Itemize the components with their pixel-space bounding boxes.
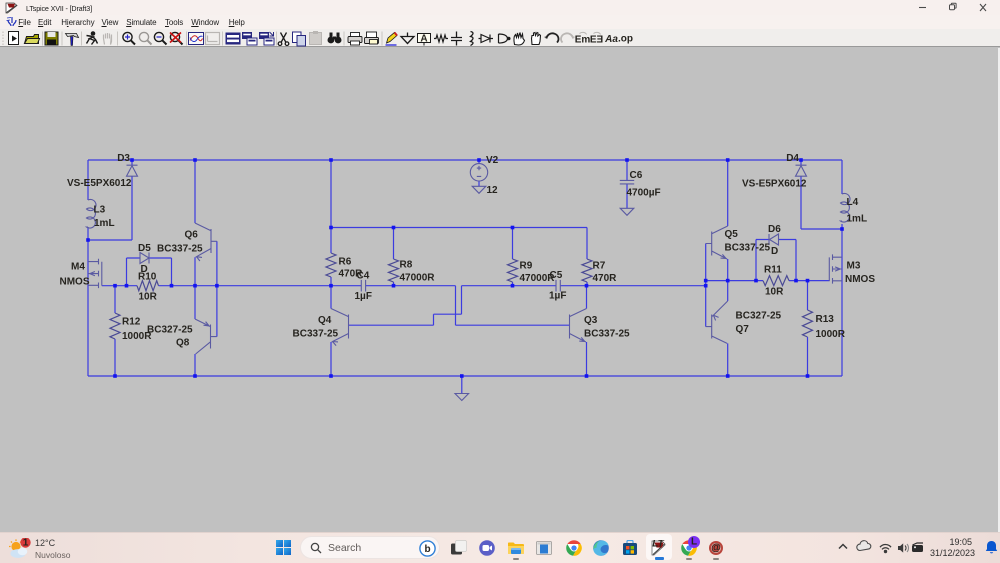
svg-text:R10: R10	[138, 271, 157, 282]
svg-text:Q8: Q8	[176, 337, 190, 348]
svg-text:BC327-25: BC327-25	[147, 324, 193, 335]
svg-text:BC337-25: BC337-25	[157, 243, 203, 254]
svg-text:D4: D4	[786, 153, 799, 164]
svg-text:R6: R6	[339, 256, 352, 267]
svg-text:NMOS: NMOS	[60, 276, 90, 287]
svg-text:1: 1	[23, 538, 29, 548]
svg-text:10R: 10R	[139, 291, 158, 302]
svg-text:4700µF: 4700µF	[627, 188, 661, 199]
svg-text:Q5: Q5	[725, 229, 739, 240]
svg-text:470R: 470R	[339, 269, 364, 280]
svg-text:BC337-25: BC337-25	[584, 328, 630, 339]
svg-text:1µF: 1µF	[355, 291, 372, 302]
svg-text:Q4: Q4	[318, 315, 332, 326]
svg-text:R12: R12	[122, 316, 141, 327]
svg-text:R9: R9	[520, 260, 533, 271]
svg-text:.op: .op	[618, 34, 633, 45]
svg-text:R11: R11	[764, 264, 782, 275]
svg-text:D6: D6	[768, 224, 781, 235]
svg-text:EƎ: EƎ	[590, 35, 603, 46]
svg-text:VS-E5PX6012: VS-E5PX6012	[742, 178, 807, 189]
svg-text:NMOS: NMOS	[845, 274, 875, 285]
svg-text:12: 12	[487, 185, 499, 196]
svg-text:L: L	[691, 537, 697, 548]
svg-text:L4: L4	[847, 197, 859, 208]
svg-text:@: @	[711, 543, 721, 554]
svg-text:b: b	[424, 544, 430, 555]
svg-text:1µF: 1µF	[549, 290, 566, 301]
svg-text:1mL: 1mL	[94, 218, 115, 229]
svg-text:BC337-25: BC337-25	[725, 243, 771, 254]
svg-text:L3: L3	[94, 204, 106, 215]
svg-text:M3: M3	[847, 260, 861, 271]
svg-text:Q3: Q3	[584, 315, 598, 326]
svg-text:R13: R13	[816, 314, 835, 325]
svg-text:D5: D5	[138, 243, 151, 254]
svg-text:R7: R7	[593, 260, 606, 271]
svg-text:BC327-25: BC327-25	[736, 310, 782, 321]
svg-text:470R: 470R	[593, 273, 618, 284]
svg-text:VS-E5PX6012: VS-E5PX6012	[67, 178, 132, 189]
svg-text:BC337-25: BC337-25	[293, 328, 339, 339]
svg-text:Q7: Q7	[736, 324, 750, 335]
svg-text:LT: LT	[652, 540, 664, 550]
svg-text:C6: C6	[630, 170, 643, 181]
svg-text:1000R: 1000R	[816, 329, 846, 340]
svg-text:1mL: 1mL	[847, 213, 868, 224]
svg-text:47000R: 47000R	[400, 273, 436, 284]
svg-text:R8: R8	[400, 260, 413, 271]
svg-text:Em: Em	[575, 35, 591, 46]
svg-text:D3: D3	[117, 153, 130, 164]
svg-text:V2: V2	[486, 155, 499, 166]
svg-text:Aa: Aa	[604, 34, 618, 45]
svg-text:D: D	[771, 246, 778, 257]
svg-text:M4: M4	[71, 261, 85, 272]
svg-text:47000R: 47000R	[520, 273, 556, 284]
svg-text:Q6: Q6	[185, 229, 199, 240]
svg-text:10R: 10R	[765, 286, 784, 297]
